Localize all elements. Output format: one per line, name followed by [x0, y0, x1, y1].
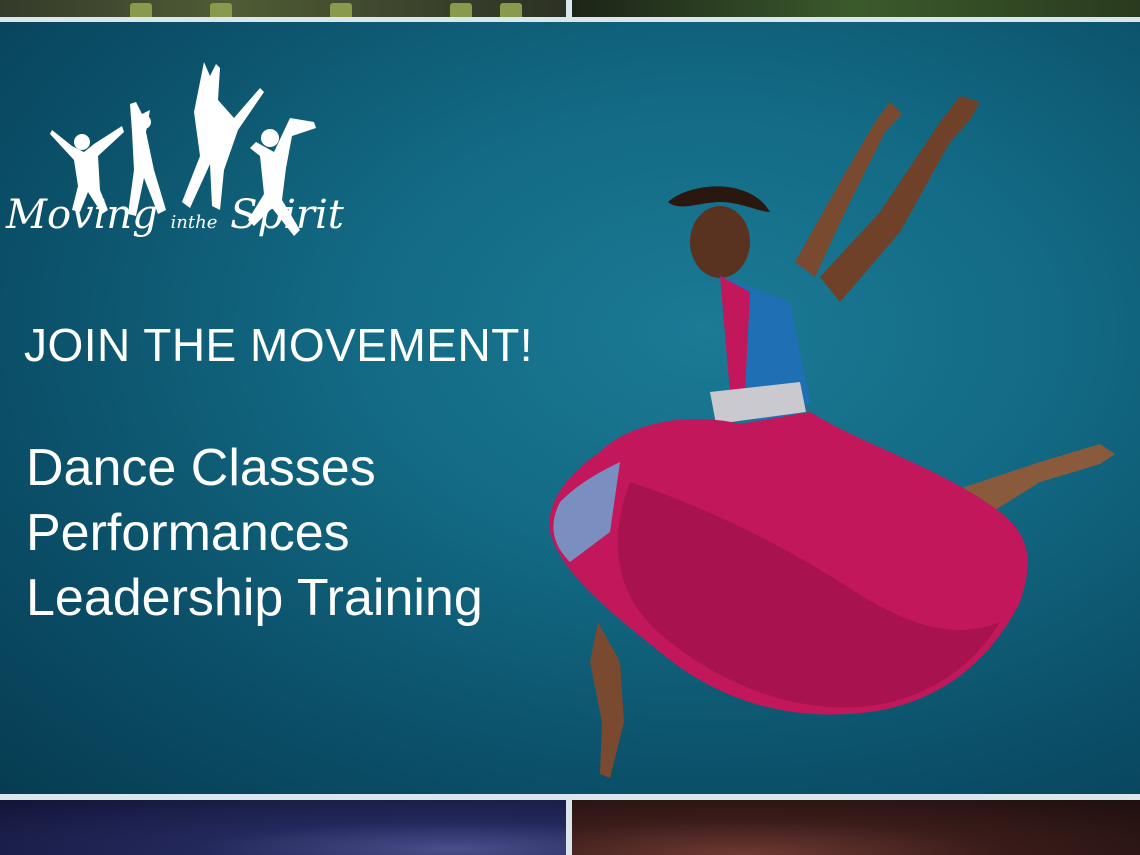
logo-wordmark: Moving inthe Spirit — [6, 192, 344, 238]
bottom-left-photo — [0, 800, 566, 855]
hero-poster: Moving inthe Spirit JOIN THE MOVEMENT! D… — [0, 22, 1140, 794]
headline: JOIN THE MOVEMENT! — [24, 319, 534, 371]
logo-moving: Moving — [6, 192, 158, 238]
service-performances: Performances — [26, 504, 350, 562]
logo-in: in — [170, 212, 188, 233]
logo-spirit: Spirit — [230, 192, 344, 238]
services-list: Dance Classes Performances Leadership Tr… — [26, 436, 483, 631]
top-left-photo — [0, 0, 566, 17]
top-right-photo — [572, 0, 1140, 17]
service-dance-classes: Dance Classes — [26, 439, 376, 497]
logo-the: the — [187, 212, 218, 233]
jumping-dancers-logo-icon — [50, 62, 316, 236]
bottom-right-photo — [572, 800, 1140, 855]
dancer-photo-icon — [549, 96, 1115, 778]
service-leadership-training: Leadership Training — [26, 569, 483, 627]
